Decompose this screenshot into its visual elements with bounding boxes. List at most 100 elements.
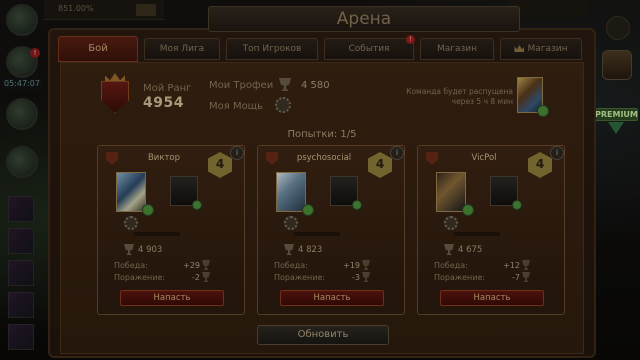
crown-icon [514, 45, 525, 52]
shield-icon [266, 152, 278, 165]
win-value: +19 [343, 261, 360, 270]
hero-slot-icon[interactable] [8, 196, 34, 222]
window-title-bar: Арена [208, 6, 520, 32]
tab-events[interactable]: События ! [324, 35, 415, 60]
power-bar [134, 232, 180, 236]
gem-icon [352, 200, 362, 210]
trophy-icon [362, 272, 370, 282]
trophy-icon [444, 244, 454, 255]
level-badge: 4 [528, 152, 552, 178]
opponent-card: VicPol 4 i 4 675 Победа: +12 Поражение: … [417, 145, 565, 315]
loss-label: Поражение: [434, 273, 486, 282]
tab-label: Моя Лига [159, 44, 205, 54]
opponent-trophies: 4 903 [138, 245, 163, 255]
disband-timer: Команда будет распущена через 5 ч 8 мин [406, 87, 513, 106]
menu-icon[interactable] [6, 4, 38, 36]
opponent-name: Виктор [147, 153, 181, 163]
gem-icon [142, 204, 154, 216]
shield-icon [426, 152, 438, 165]
power-bar [454, 232, 500, 236]
trophy-icon [522, 272, 530, 282]
opponent-trophies: 4 675 [458, 245, 483, 255]
rank-value: 4954 [143, 95, 184, 111]
win-label: Победа: [434, 261, 468, 270]
opponent-name: psychosocial [296, 153, 352, 163]
win-label: Победа: [274, 261, 308, 270]
attempts-counter: Попытки: 1/5 [287, 129, 357, 140]
hero-portrait[interactable] [116, 172, 146, 212]
trophies-value: 4 580 [301, 80, 330, 91]
tab-premium-shop[interactable]: Магазин [500, 38, 582, 60]
tab-top-players[interactable]: Топ Игроков [226, 38, 318, 60]
tab-label: Магазин [436, 44, 478, 54]
tab-bar: Бой Моя Лига Топ Игроков События ! Магаз… [58, 35, 586, 62]
level-badge: 4 [208, 152, 232, 178]
attack-button[interactable]: Напасть [280, 290, 384, 306]
level-value: 4 [535, 157, 545, 171]
hero-portrait[interactable] [436, 172, 466, 212]
resource-bar: 851.00% [44, 0, 164, 20]
hero-slot-icon[interactable] [8, 228, 34, 254]
hero-slot-icon[interactable] [8, 324, 34, 350]
hero-portrait[interactable] [276, 172, 306, 212]
hero-slot-icon[interactable] [8, 260, 34, 286]
tab-label: Бой [88, 43, 108, 54]
trophy-icon [202, 260, 210, 270]
add-resource-button[interactable] [136, 4, 156, 16]
trophy-icon [279, 78, 291, 91]
opponent-name: VicPol [471, 153, 497, 163]
trophy-icon [284, 244, 294, 255]
tab-battle[interactable]: Бой [58, 36, 138, 62]
right-hud: PREMIUM [590, 0, 640, 360]
left-hud: ! 05:47:07 [0, 0, 44, 360]
rank-emblem [95, 73, 135, 119]
opponent-card: psychosocial 4 i 4 823 Победа: +19 Пораж… [257, 145, 405, 315]
win-value: +12 [503, 261, 520, 270]
level-value: 4 [215, 157, 225, 171]
window-title: Арена [336, 9, 392, 29]
win-value: +29 [183, 261, 200, 270]
attack-button[interactable]: Напасть [440, 290, 544, 306]
info-icon[interactable]: i [550, 146, 564, 160]
gem-icon [462, 204, 474, 216]
resource-value: 851.00% [58, 4, 94, 13]
chat-icon[interactable] [6, 146, 38, 178]
alert-badge: ! [30, 48, 40, 58]
book-icon[interactable] [6, 98, 38, 130]
info-icon[interactable]: i [390, 146, 404, 160]
tab-label: События [348, 44, 390, 54]
win-label: Победа: [114, 261, 148, 270]
info-icon[interactable]: i [230, 146, 244, 160]
rank-label: Мой Ранг [143, 83, 192, 94]
loss-value: -7 [512, 273, 520, 282]
settings-icon[interactable] [606, 16, 630, 40]
shield-icon [106, 152, 118, 165]
power-icon [124, 216, 138, 230]
tab-my-league[interactable]: Моя Лига [144, 38, 220, 60]
power-icon [444, 216, 458, 230]
premium-button[interactable]: PREMIUM [594, 100, 638, 136]
power-bar [294, 232, 340, 236]
trophy-icon [522, 260, 530, 270]
premium-label: PREMIUM [594, 108, 638, 121]
level-badge: 4 [368, 152, 392, 178]
loss-value: -3 [352, 273, 360, 282]
power-icon [275, 97, 291, 113]
trophies-label: Мои Трофеи [209, 80, 274, 91]
gem-icon [302, 204, 314, 216]
loss-label: Поражение: [274, 273, 326, 282]
resource-bar-right [508, 0, 588, 18]
trophy-icon [362, 260, 370, 270]
opponent-trophies: 4 823 [298, 245, 323, 255]
attack-button[interactable]: Напасть [120, 290, 224, 306]
gem-icon [537, 105, 549, 117]
hero-slot-icon[interactable] [8, 292, 34, 318]
refresh-button[interactable]: Обновить [257, 325, 389, 345]
trophy-icon [124, 244, 134, 255]
tab-label: Топ Игроков [242, 44, 302, 54]
tab-shop[interactable]: Магазин [420, 38, 494, 60]
tab-alert-badge: ! [406, 35, 415, 44]
battle-content: Мой Ранг 4954 Мои Трофеи 4 580 Моя Мощь … [60, 62, 584, 354]
chest-icon[interactable] [602, 50, 632, 80]
opponent-card: Виктор 4 i 4 903 Победа: +29 Поражение: … [97, 145, 245, 315]
